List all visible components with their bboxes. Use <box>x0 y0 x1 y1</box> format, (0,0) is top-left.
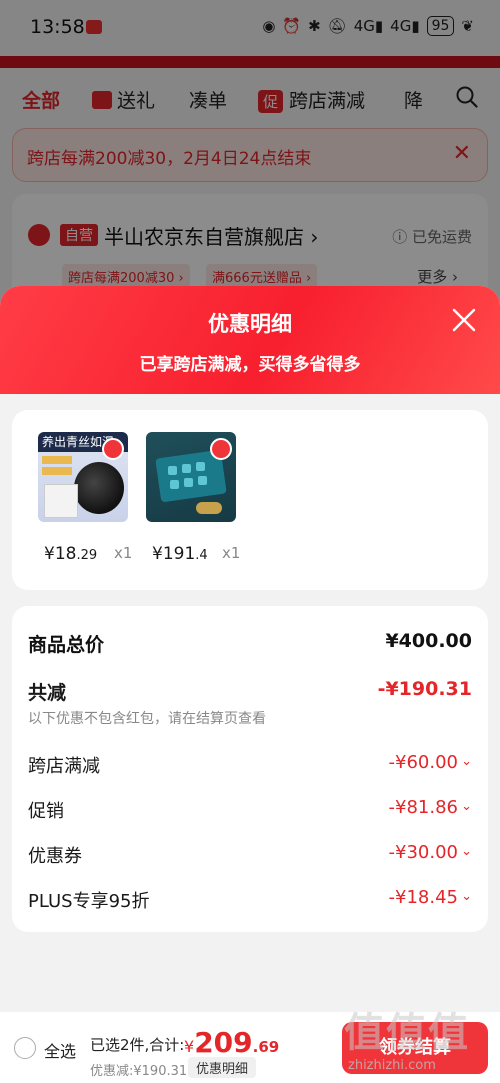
sheet-header: 优惠明细 已享跨店满减，买得多省得多 <box>0 286 500 394</box>
total-discount-label: 共减 <box>28 682 67 704</box>
discount-item-value: -¥30.00 <box>388 842 458 863</box>
capsule-image <box>170 480 179 489</box>
product-thumbnail <box>146 432 236 522</box>
discount-detail-button[interactable]: 优惠明细 <box>188 1057 257 1078</box>
sheet-subtitle: 已享跨店满减，买得多省得多 <box>139 355 361 375</box>
product-quantity: x1 <box>222 544 241 562</box>
product-list: 养出青丝如瀑 ¥18.29 x1 ¥191.4 x1 <box>12 410 488 590</box>
product-item[interactable]: 养出青丝如瀑 ¥18.29 x1 <box>38 432 132 564</box>
checkout-bar: 全选 已选2件,合计: ¥209.69 优惠减:¥190.31 优惠明细 领券结… <box>0 1012 500 1083</box>
select-all-label[interactable]: 全选 <box>44 1038 76 1062</box>
discount-item-label: PLUS专享95折 <box>28 891 150 912</box>
product-price: ¥18.29 <box>44 544 98 564</box>
total-price-label: 商品总价 <box>28 634 105 656</box>
thumbnail-label <box>42 456 72 464</box>
chevron-down-icon: ⌄ <box>461 754 472 769</box>
product-quantity: x1 <box>114 544 133 562</box>
capsule-image <box>196 462 205 471</box>
capsule-image <box>184 478 193 487</box>
saved-amount: 优惠减:¥190.31 <box>90 1064 188 1079</box>
capsule-image <box>198 476 207 485</box>
check-icon <box>102 438 124 460</box>
chevron-down-icon: ⌄ <box>461 799 472 814</box>
close-icon[interactable] <box>450 306 478 334</box>
thumbnail-label <box>42 467 72 475</box>
chevron-down-icon: ⌄ <box>461 844 472 859</box>
gold-accent-image <box>196 502 222 514</box>
select-all-radio[interactable] <box>14 1037 36 1059</box>
discount-item-value: -¥81.86 <box>388 797 458 818</box>
total-discount-value: -¥190.31 <box>377 678 472 700</box>
product-price: ¥191.4 <box>152 544 208 564</box>
total-payable: ¥209.69 <box>184 1026 280 1059</box>
sesame-image <box>74 462 124 514</box>
total-price-value: ¥400.00 <box>385 630 472 652</box>
sheet-title: 优惠明细 <box>208 312 292 336</box>
discount-detail-sheet: 优惠明细 已享跨店满减，买得多省得多 养出青丝如瀑 ¥18.29 x1 ¥191… <box>0 286 500 1083</box>
product-item[interactable]: ¥191.4 x1 <box>146 432 240 564</box>
package-image <box>44 484 78 518</box>
capsule-image <box>182 464 191 473</box>
discount-item-label: 跨店满减 <box>28 756 100 777</box>
discount-item-value: -¥18.45 <box>388 887 458 908</box>
discount-item-label: 促销 <box>28 801 64 822</box>
product-thumbnail: 养出青丝如瀑 <box>38 432 128 522</box>
checkout-button[interactable]: 领券结算 <box>342 1022 488 1074</box>
discount-note: 以下优惠不包含红包，请在结算页查看 <box>28 711 266 727</box>
discount-item-value: -¥60.00 <box>388 752 458 773</box>
chevron-down-icon: ⌄ <box>461 889 472 904</box>
capsule-image <box>168 466 177 475</box>
selected-count: 已选2件,合计: <box>90 1036 185 1054</box>
discount-item-label: 优惠券 <box>28 846 82 867</box>
check-icon <box>210 438 232 460</box>
price-summary: 商品总价 ¥400.00 共减 -¥190.31 以下优惠不包含红包，请在结算页… <box>12 606 488 932</box>
